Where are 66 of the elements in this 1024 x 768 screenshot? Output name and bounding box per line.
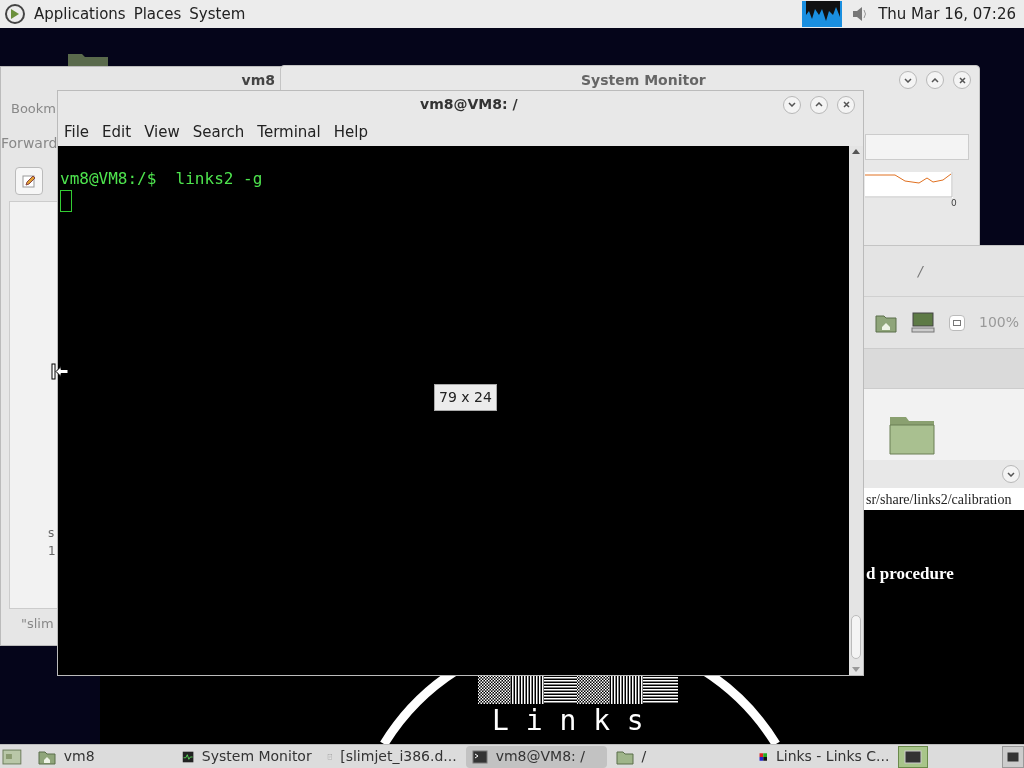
computer-icon[interactable] xyxy=(911,311,935,334)
panel-menu[interactable]: Places xyxy=(133,2,182,26)
taskbar-button[interactable]: Links - Links C... xyxy=(753,745,896,768)
chevron-down-icon xyxy=(1007,471,1015,477)
taskbar-button[interactable]: vm8@VM8: / xyxy=(465,745,607,768)
zoom-out-button[interactable] xyxy=(949,314,965,331)
chevron-up-icon xyxy=(815,102,823,107)
logo-text: L i n k s xyxy=(492,706,644,736)
menu-item[interactable]: Help xyxy=(333,120,368,144)
text-cursor xyxy=(60,190,72,212)
panel-menu[interactable]: System xyxy=(189,2,246,26)
workspace-button[interactable] xyxy=(898,745,929,768)
page-text: d procedure xyxy=(866,563,954,585)
chevron-down-icon xyxy=(788,102,796,107)
panel-menu[interactable]: Applications xyxy=(34,2,126,26)
close-button[interactable] xyxy=(953,71,971,89)
command-line: vm8@VM8:/$ links2 -g xyxy=(60,168,263,190)
system-monitor-applet-icon[interactable] xyxy=(802,1,843,27)
terminal-icon xyxy=(1006,750,1021,763)
zoom-level: 100% xyxy=(979,313,1020,332)
home-folder-icon xyxy=(37,748,56,765)
show-desktop-icon[interactable] xyxy=(2,747,22,766)
folder-icon xyxy=(615,748,634,765)
menu-item[interactable]: File xyxy=(64,120,90,144)
file-info-text: 1 xyxy=(48,543,56,560)
logo-icon[interactable] xyxy=(4,3,26,25)
taskbar-button[interactable]: System Monitor xyxy=(175,745,318,768)
close-icon xyxy=(842,101,850,108)
scrollbar[interactable] xyxy=(849,146,863,675)
terminal-icon xyxy=(904,749,923,764)
menu-item[interactable]: Terminal xyxy=(257,120,321,144)
window-title: vm8 xyxy=(241,70,275,90)
menu-item[interactable]: View xyxy=(144,120,180,144)
scrollbar-thumb[interactable] xyxy=(851,615,861,659)
minimize-button[interactable] xyxy=(783,95,801,114)
maximize-button[interactable] xyxy=(810,95,828,114)
taskbar-button[interactable]: vm8 xyxy=(31,745,173,768)
terminal-icon xyxy=(471,748,488,765)
window-title: / xyxy=(918,261,923,281)
axis-label: 0 xyxy=(951,198,957,208)
minus-icon xyxy=(953,319,961,326)
taskbar-button[interactable]: / xyxy=(609,745,751,768)
close-icon xyxy=(958,76,966,84)
clock[interactable]: Thu Mar 16, 07:26 xyxy=(878,2,1020,26)
status-text: "slim xyxy=(21,615,54,634)
pencil-icon xyxy=(21,173,37,189)
scroll-up-icon[interactable] xyxy=(852,148,860,154)
menu-item[interactable]: Edit xyxy=(102,120,132,144)
maximize-button[interactable] xyxy=(926,71,944,89)
minimize-button[interactable] xyxy=(1002,465,1020,483)
folder-icon[interactable] xyxy=(889,415,935,455)
taskbar-button[interactable]: [slimjet_i386.d... xyxy=(320,745,463,768)
size-tooltip: 79 x 24 xyxy=(434,384,497,411)
minimize-button[interactable] xyxy=(899,71,917,89)
scroll-down-icon[interactable] xyxy=(852,667,860,673)
home-folder-icon[interactable] xyxy=(875,312,897,333)
chevron-down-icon xyxy=(904,77,912,83)
chevron-up-icon xyxy=(931,77,939,83)
address-text: sr/share/links2/calibration xyxy=(866,490,1012,509)
menu-item[interactable]: Search xyxy=(192,120,245,144)
window-title: vm8@VM8: / xyxy=(420,95,518,114)
workspace-button[interactable] xyxy=(1002,745,1024,768)
close-button[interactable] xyxy=(837,95,855,114)
edit-button[interactable] xyxy=(15,167,43,195)
file-info-text: s xyxy=(48,525,55,542)
window-title: System Monitor xyxy=(581,70,706,90)
